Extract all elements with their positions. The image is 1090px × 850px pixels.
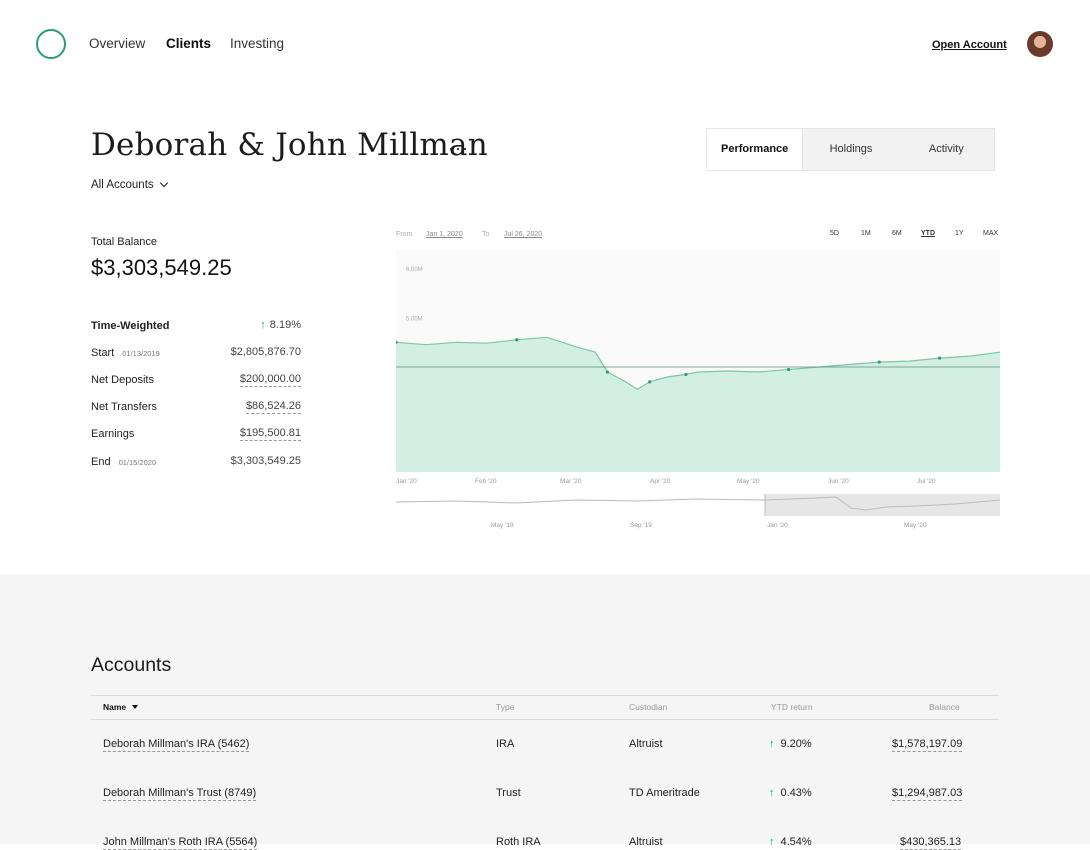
nav-overview[interactable]: Overview <box>89 36 145 51</box>
x-tick-jul: Jul '20 <box>917 478 936 485</box>
chart-point <box>605 370 609 374</box>
start-value: $2,805,876.70 <box>230 346 301 358</box>
arrow-up-icon: ↑ <box>769 738 775 750</box>
net-transfers-value[interactable]: $86,524.26 <box>245 400 301 414</box>
accounts-title: Accounts <box>91 654 172 676</box>
time-weighted-value: ↑ 8.19% <box>260 319 301 331</box>
account-balance[interactable]: $1,294,987.03 <box>892 787 963 801</box>
arrow-up-icon: ↑ <box>769 836 775 848</box>
account-ytd-return: ↑ 9.20% <box>769 738 812 750</box>
chart-point <box>938 356 942 360</box>
account-custodian: TD Ameritrade <box>629 787 700 799</box>
account-ytd-return: ↑ 4.54% <box>769 836 812 848</box>
avatar[interactable] <box>1027 31 1053 57</box>
accounts-section <box>0 574 1090 844</box>
earnings-row: Earnings $195,500.81 <box>91 427 301 446</box>
x-tick-mar: Mar '20 <box>560 478 582 485</box>
x-tick-jun: Jun '20 <box>828 478 849 485</box>
end-date: 01/15/2020 <box>118 458 157 467</box>
account-filter-label: All Accounts <box>91 179 154 191</box>
account-type: IRA <box>496 738 515 750</box>
period-1m[interactable]: 1M <box>861 230 871 237</box>
col-name-header[interactable]: Name <box>103 702 139 712</box>
table-divider <box>91 695 999 696</box>
y-tick-label: 6.00M <box>406 267 423 273</box>
account-name-link[interactable]: John Millman's Roth IRA (5564) <box>103 836 258 850</box>
col-custodian-header[interactable]: Custodian <box>629 702 667 712</box>
from-label: From <box>396 231 413 238</box>
client-name: Deborah & John Millman <box>91 127 488 163</box>
time-weighted-label: Time-Weighted <box>91 320 170 332</box>
table-divider <box>91 719 999 720</box>
start-label: Start <box>91 347 115 359</box>
net-transfers-row: Net Transfers $86,524.26 <box>91 400 301 419</box>
end-row: End 01/15/2020 $3,303,549.25 <box>91 455 301 474</box>
net-deposits-label: Net Deposits <box>91 374 154 386</box>
nav-investing[interactable]: Investing <box>230 36 284 51</box>
col-balance-header[interactable]: Balance <box>929 702 960 712</box>
chevron-down-icon <box>159 178 168 188</box>
account-custodian: Altruist <box>629 738 663 750</box>
sort-down-icon <box>132 705 139 709</box>
chart-point <box>877 360 881 364</box>
range-navigator[interactable] <box>396 494 1000 516</box>
view-tabs: Performance Holdings Activity <box>706 128 995 171</box>
chart-point <box>648 380 652 384</box>
time-weighted-row: Time-Weighted ↑ 8.19% <box>91 319 301 338</box>
earnings-label: Earnings <box>91 428 135 440</box>
nav-clients[interactable]: Clients <box>166 36 211 51</box>
end-label: End <box>91 456 111 468</box>
tab-performance[interactable]: Performance <box>707 129 804 170</box>
account-filter-dropdown[interactable]: All Accounts <box>91 178 168 191</box>
nav-tick-may20: May '20 <box>904 522 927 529</box>
account-name-link[interactable]: Deborah Millman's IRA (5462) <box>103 738 250 752</box>
net-deposits-value[interactable]: $200,000.00 <box>239 373 301 387</box>
from-date[interactable]: Jan 1, 2020 <box>426 231 463 238</box>
account-balance[interactable]: $430,365.13 <box>900 836 962 850</box>
open-account-link[interactable]: Open Account <box>932 39 1007 51</box>
x-tick-may: May '20 <box>737 478 760 485</box>
performance-chart[interactable]: 6.00M5.00M4.00M3.00M2.00M <box>396 250 1000 472</box>
x-tick-feb: Feb '20 <box>475 478 497 485</box>
navigator-selection <box>765 494 1000 516</box>
nav-tick-sep19: Sep '19 <box>630 522 652 529</box>
net-deposits-row: Net Deposits $200,000.00 <box>91 373 301 392</box>
to-label: To <box>482 231 490 238</box>
account-name-link[interactable]: Deborah Millman's Trust (8749) <box>103 787 257 801</box>
account-type: Roth IRA <box>496 836 541 848</box>
period-5d[interactable]: 5D <box>830 230 839 237</box>
nav-tick-jan20: Jan '20 <box>767 522 788 529</box>
end-value: $3,303,549.25 <box>230 455 301 467</box>
start-date: 01/13/2019 <box>122 349 160 358</box>
nav-tick-may19: May '19 <box>491 522 514 529</box>
to-date[interactable]: Jul 26, 2020 <box>504 231 542 238</box>
chart-point <box>515 338 519 342</box>
account-ytd-return: ↑ 0.43% <box>769 787 812 799</box>
period-max[interactable]: MAX <box>983 230 998 237</box>
tab-holdings[interactable]: Holdings <box>803 129 898 170</box>
y-tick-label: 5.00M <box>406 317 423 323</box>
period-6m[interactable]: 6M <box>892 230 902 237</box>
tab-activity[interactable]: Activity <box>899 129 994 170</box>
account-type: Trust <box>496 787 521 799</box>
arrow-up-icon: ↑ <box>769 787 775 799</box>
account-custodian: Altruist <box>629 836 663 848</box>
col-ytd-header[interactable]: YTD return <box>771 702 813 712</box>
logo-icon[interactable] <box>36 29 66 59</box>
period-ytd[interactable]: YTD <box>921 230 935 237</box>
total-balance-value: $3,303,549.25 <box>91 255 232 280</box>
chart-point <box>684 372 688 377</box>
period-1y[interactable]: 1Y <box>955 230 964 237</box>
x-tick-jan: Jan '20 <box>396 478 417 485</box>
earnings-value[interactable]: $195,500.81 <box>239 427 301 441</box>
col-type-header[interactable]: Type <box>496 702 514 712</box>
net-transfers-label: Net Transfers <box>91 401 158 413</box>
total-balance-label: Total Balance <box>91 236 158 248</box>
arrow-up-icon: ↑ <box>260 319 266 331</box>
chart-point <box>787 367 791 372</box>
account-balance[interactable]: $1,578,197.09 <box>892 738 963 752</box>
x-tick-apr: Apr '20 <box>650 478 671 485</box>
more-options-icon[interactable]: ··· <box>448 138 469 159</box>
start-row: Start 01/13/2019 $2,805,876.70 <box>91 346 301 365</box>
